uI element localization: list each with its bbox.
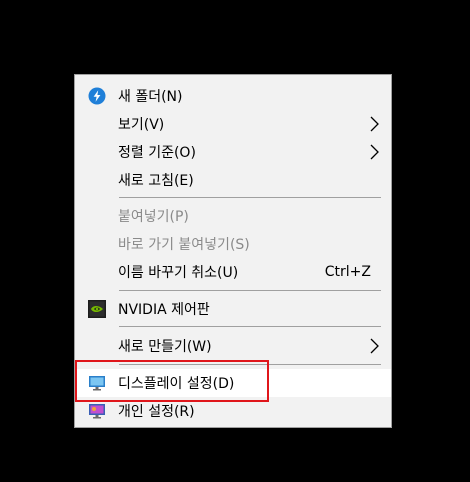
menu-separator	[119, 197, 381, 198]
chevron-right-icon	[367, 144, 381, 160]
menu-item-label: 새 폴더(N)	[118, 89, 183, 105]
menu-item-display-settings[interactable]: 디스플레이 설정(D)	[75, 369, 391, 397]
menu-separator	[119, 364, 381, 365]
menu-item-paste: 붙여넣기(P)	[75, 202, 391, 230]
nvidia-icon	[88, 300, 106, 318]
menu-item-new[interactable]: 새로 만들기(W)	[75, 332, 391, 360]
menu-item-label: 디스플레이 설정(D)	[118, 376, 235, 392]
menu-item-label: 새로 고침(E)	[118, 173, 194, 189]
menu-item-label: 보기(V)	[118, 117, 165, 133]
menu-item-label: 이름 바꾸기 취소(U)	[118, 265, 239, 281]
new-folder-icon	[88, 87, 106, 105]
chevron-right-icon	[367, 116, 381, 132]
display-icon	[88, 374, 106, 392]
menu-item-label: 바로 가기 붙여넣기(S)	[118, 237, 250, 253]
menu-item-label: 새로 만들기(W)	[118, 339, 212, 355]
menu-item-label: 붙여넣기(P)	[118, 209, 189, 225]
menu-item-sort-by[interactable]: 정렬 기준(O)	[75, 138, 391, 166]
menu-separator	[119, 290, 381, 291]
shortcut-text: Ctrl+Z	[324, 264, 371, 280]
menu-item-label: 개인 설정(R)	[118, 404, 195, 420]
desktop-context-menu: 새 폴더(N) 보기(V) 정렬 기준(O) 새로 고침(E) 붙여넣기(P) …	[74, 74, 392, 428]
menu-item-label: 정렬 기준(O)	[118, 145, 196, 161]
chevron-right-icon	[367, 338, 381, 354]
menu-item-personalize[interactable]: 개인 설정(R)	[75, 397, 391, 425]
menu-item-view[interactable]: 보기(V)	[75, 110, 391, 138]
menu-item-new-folder[interactable]: 새 폴더(N)	[75, 82, 391, 110]
menu-item-nvidia-control-panel[interactable]: NVIDIA 제어판	[75, 295, 391, 323]
menu-item-refresh[interactable]: 새로 고침(E)	[75, 166, 391, 194]
menu-item-undo-rename[interactable]: 이름 바꾸기 취소(U) Ctrl+Z	[75, 258, 391, 286]
menu-separator	[119, 326, 381, 327]
menu-item-paste-shortcut: 바로 가기 붙여넣기(S)	[75, 230, 391, 258]
menu-item-label: NVIDIA 제어판	[118, 302, 210, 318]
personalize-icon	[88, 402, 106, 420]
